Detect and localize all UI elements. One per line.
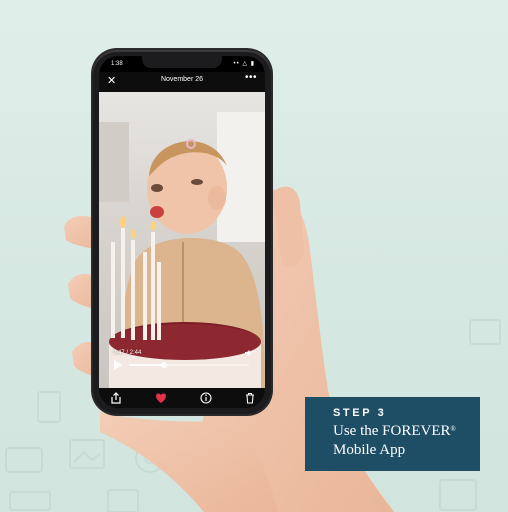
status-time: 1:38 [111,61,123,67]
background-scene: 1:38 •• △ ▮ ✕ November 26 ••• 0:47 / 2:4… [0,0,508,512]
action-bar [99,388,265,408]
viewer-header: ✕ November 26 ••• [99,72,265,92]
notch [142,56,222,68]
video-progress-fill [129,364,164,366]
share-icon[interactable] [109,391,123,405]
viewer-title: November 26 [160,76,204,83]
phone: 1:38 •• △ ▮ ✕ November 26 ••• 0:47 / 2:4… [93,50,271,414]
video-controls: 0:47 / 2:44 [99,348,265,384]
video-progress[interactable] [129,362,249,368]
card-headline-text: Use the FOREVER [333,423,451,439]
info-icon[interactable] [199,391,213,405]
video-frame[interactable]: 0:47 / 2:44 [99,92,265,388]
card-headline: Use the FOREVER® [333,423,456,440]
phone-screen: 1:38 •• △ ▮ ✕ November 26 ••• 0:47 / 2:4… [99,56,265,408]
step-card: STEP 3 Use the FOREVER® Mobile App [305,397,480,471]
more-options-icon[interactable]: ••• [245,72,257,83]
heart-icon[interactable] [154,391,168,405]
registered-mark: ® [450,425,456,433]
video-time: 0:47 / 2:44 [113,350,142,356]
status-icons: •• △ ▮ [233,61,255,67]
volume-icon[interactable] [245,349,253,359]
trash-icon[interactable] [243,391,257,405]
step-label: STEP 3 [333,407,387,419]
birthday-photo [99,112,265,388]
play-icon[interactable] [113,360,123,370]
card-subline: Mobile App [333,442,406,458]
video-progress-knob[interactable] [160,362,167,368]
